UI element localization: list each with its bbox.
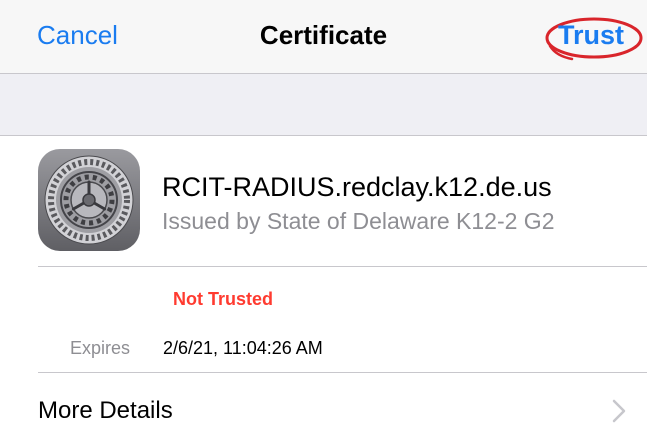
expires-label: Expires bbox=[70, 338, 131, 358]
more-details-row[interactable]: More Details bbox=[0, 373, 647, 424]
expires-value: 2/6/21, 11:04:26 AM bbox=[163, 338, 323, 358]
certificate-details: RCIT-RADIUS.redclay.k12.de.us Issued by … bbox=[0, 136, 647, 424]
certificate-issuer: Issued by State of Delaware K12-2 G2 bbox=[162, 208, 555, 234]
cancel-button[interactable]: Cancel bbox=[37, 20, 118, 51]
trust-label: Trust bbox=[558, 20, 625, 50]
header-spacer bbox=[0, 74, 647, 136]
chevron-right-icon bbox=[612, 399, 626, 423]
more-details-label: More Details bbox=[38, 397, 173, 424]
status-badge: Not Trusted bbox=[173, 289, 274, 309]
trust-button[interactable]: Trust bbox=[544, 16, 644, 62]
certificate-name: RCIT-RADIUS.redclay.k12.de.us bbox=[162, 172, 552, 202]
divider bbox=[38, 266, 647, 267]
gear-icon bbox=[38, 149, 140, 251]
navigation-bar: Cancel Certificate Trust bbox=[0, 0, 647, 74]
